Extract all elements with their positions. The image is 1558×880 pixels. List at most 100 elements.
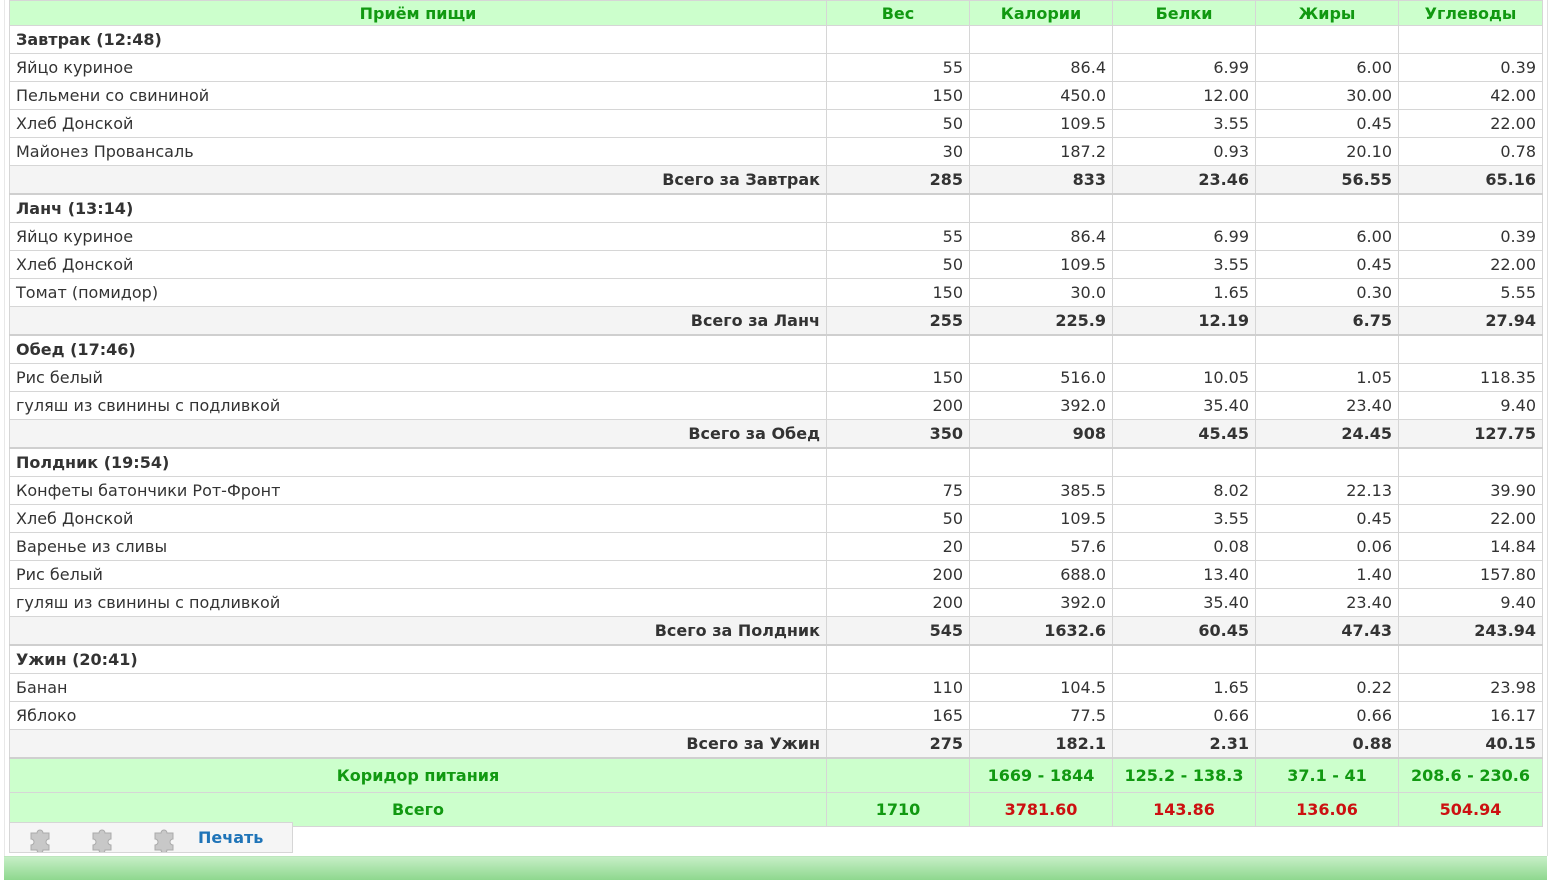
food-carbs: 23.98 bbox=[1398, 673, 1543, 702]
food-calories: 109.5 bbox=[969, 109, 1113, 138]
empty-cell bbox=[1112, 447, 1256, 477]
food-protein: 12.00 bbox=[1112, 81, 1256, 110]
col-header-calories[interactable]: Калории bbox=[969, 0, 1113, 26]
food-carbs: 157.80 bbox=[1398, 560, 1543, 589]
food-calories: 688.0 bbox=[969, 560, 1113, 589]
food-name[interactable]: Пельмени со свининой bbox=[9, 81, 827, 110]
food-carbs: 0.39 bbox=[1398, 53, 1543, 82]
meal-total-weight: 285 bbox=[826, 165, 970, 195]
meal-total-protein: 45.45 bbox=[1112, 419, 1256, 449]
food-item-row[interactable]: Яйцо куриное 55 86.4 6.99 6.00 0.39 bbox=[9, 222, 1543, 251]
food-calories: 77.5 bbox=[969, 701, 1113, 730]
empty-cell bbox=[826, 193, 970, 223]
food-item-row[interactable]: Рис белый 150 516.0 10.05 1.05 118.35 bbox=[9, 363, 1543, 392]
food-name[interactable]: Рис белый bbox=[9, 363, 827, 392]
puzzle-icon[interactable] bbox=[134, 823, 196, 852]
meal-total-protein: 23.46 bbox=[1112, 165, 1256, 195]
meal-total-protein: 12.19 bbox=[1112, 306, 1256, 336]
food-protein: 6.99 bbox=[1112, 222, 1256, 251]
food-name[interactable]: Хлеб Донской bbox=[9, 504, 827, 533]
empty-cell bbox=[1398, 25, 1543, 54]
empty-cell bbox=[969, 644, 1113, 674]
food-fat: 0.45 bbox=[1255, 250, 1399, 279]
food-item-row[interactable]: гуляш из свинины с подливкой 200 392.0 35.4… bbox=[9, 588, 1543, 617]
grand-total-protein: 143.86 bbox=[1112, 792, 1256, 827]
food-name[interactable]: Майонез Провансаль bbox=[9, 137, 827, 166]
food-carbs: 0.39 bbox=[1398, 222, 1543, 251]
food-carbs: 5.55 bbox=[1398, 278, 1543, 307]
col-header-weight[interactable]: Вес bbox=[826, 0, 970, 26]
food-name[interactable]: Рис белый bbox=[9, 560, 827, 589]
food-name[interactable]: Томат (помидор) bbox=[9, 278, 827, 307]
food-fat: 0.45 bbox=[1255, 504, 1399, 533]
food-calories: 86.4 bbox=[969, 53, 1113, 82]
food-name[interactable]: Яйцо куриное bbox=[9, 222, 827, 251]
meal-total-row: Всего за Обед 350 908 45.45 24.45 127.75 bbox=[9, 419, 1543, 449]
food-calories: 187.2 bbox=[969, 137, 1113, 166]
meal-header-row: Ужин (20:41) bbox=[9, 644, 1543, 674]
meal-total-row: Всего за Ланч 255 225.9 12.19 6.75 27.94 bbox=[9, 306, 1543, 336]
food-name[interactable]: Конфеты батончики Рот-Фронт bbox=[9, 476, 827, 505]
food-item-row[interactable]: Хлеб Донской 50 109.5 3.55 0.45 22.00 bbox=[9, 250, 1543, 279]
food-carbs: 118.35 bbox=[1398, 363, 1543, 392]
food-item-row[interactable]: Яблоко 165 77.5 0.66 0.66 16.17 bbox=[9, 701, 1543, 730]
meal-total-weight: 545 bbox=[826, 616, 970, 646]
empty-cell bbox=[826, 447, 970, 477]
puzzle-icon[interactable] bbox=[72, 823, 134, 852]
food-item-row[interactable]: Рис белый 200 688.0 13.40 1.40 157.80 bbox=[9, 560, 1543, 589]
empty-cell bbox=[1112, 25, 1256, 54]
food-fat: 0.45 bbox=[1255, 109, 1399, 138]
col-header-meal[interactable]: Приём пищи bbox=[9, 0, 827, 26]
food-name[interactable]: Варенье из сливы bbox=[9, 532, 827, 561]
food-name[interactable]: гуляш из свинины с подливкой bbox=[9, 391, 827, 420]
corridor-protein: 125.2 - 138.3 bbox=[1112, 757, 1256, 793]
meal-total-label: Всего за Ужин bbox=[9, 729, 827, 759]
food-carbs: 39.90 bbox=[1398, 476, 1543, 505]
empty-cell bbox=[1398, 334, 1543, 364]
food-name[interactable]: Банан bbox=[9, 673, 827, 702]
empty-cell bbox=[1398, 447, 1543, 477]
food-name[interactable]: Хлеб Донской bbox=[9, 250, 827, 279]
food-protein: 1.65 bbox=[1112, 673, 1256, 702]
food-item-row[interactable]: гуляш из свинины с подливкой 200 392.0 35.4… bbox=[9, 391, 1543, 420]
food-protein: 0.66 bbox=[1112, 701, 1256, 730]
food-protein: 8.02 bbox=[1112, 476, 1256, 505]
meal-header-row: Завтрак (12:48) bbox=[9, 25, 1543, 54]
food-item-row[interactable]: Хлеб Донской 50 109.5 3.55 0.45 22.00 bbox=[9, 109, 1543, 138]
food-fat: 30.00 bbox=[1255, 81, 1399, 110]
meal-title: Полдник (19:54) bbox=[9, 447, 827, 477]
food-name[interactable]: Хлеб Донской bbox=[9, 109, 827, 138]
print-button[interactable]: Печать bbox=[198, 828, 263, 847]
food-item-row[interactable]: Конфеты батончики Рот-Фронт 75 385.5 8.02 22… bbox=[9, 476, 1543, 505]
empty-cell bbox=[1398, 193, 1543, 223]
col-header-fat[interactable]: Жиры bbox=[1255, 0, 1399, 26]
food-item-row[interactable]: Варенье из сливы 20 57.6 0.08 0.06 14.84 bbox=[9, 532, 1543, 561]
corridor-calories: 1669 - 1844 bbox=[969, 757, 1113, 793]
food-item-row[interactable]: Яйцо куриное 55 86.4 6.99 6.00 0.39 bbox=[9, 53, 1543, 82]
meal-total-protein: 2.31 bbox=[1112, 729, 1256, 759]
food-name[interactable]: гуляш из свинины с подливкой bbox=[9, 588, 827, 617]
col-header-carbs[interactable]: Углеводы bbox=[1398, 0, 1543, 26]
col-header-protein[interactable]: Белки bbox=[1112, 0, 1256, 26]
food-name[interactable]: Яблоко bbox=[9, 701, 827, 730]
meal-total-row: Всего за Завтрак 285 833 23.46 56.55 65.16 bbox=[9, 165, 1543, 195]
food-item-row[interactable]: Пельмени со свининой 150 450.0 12.00 30.00 42… bbox=[9, 81, 1543, 110]
food-weight: 50 bbox=[826, 250, 970, 279]
food-item-row[interactable]: Банан 110 104.5 1.65 0.22 23.98 bbox=[9, 673, 1543, 702]
food-protein: 35.40 bbox=[1112, 391, 1256, 420]
food-item-row[interactable]: Хлеб Донской 50 109.5 3.55 0.45 22.00 bbox=[9, 504, 1543, 533]
food-calories: 104.5 bbox=[969, 673, 1113, 702]
meal-total-weight: 255 bbox=[826, 306, 970, 336]
food-weight: 150 bbox=[826, 81, 970, 110]
empty-cell bbox=[1255, 25, 1399, 54]
food-fat: 6.00 bbox=[1255, 222, 1399, 251]
meal-total-carbs: 40.15 bbox=[1398, 729, 1543, 759]
food-item-row[interactable]: Майонез Провансаль 30 187.2 0.93 20.10 0.78 bbox=[9, 137, 1543, 166]
meal-total-fat: 24.45 bbox=[1255, 419, 1399, 449]
table-header-row: Приём пищи Вес Калории Белки Жиры Углево… bbox=[9, 0, 1543, 26]
meal-total-calories: 225.9 bbox=[969, 306, 1113, 336]
meal-total-carbs: 65.16 bbox=[1398, 165, 1543, 195]
food-item-row[interactable]: Томат (помидор) 150 30.0 1.65 0.30 5.55 bbox=[9, 278, 1543, 307]
puzzle-icon[interactable] bbox=[10, 823, 72, 852]
food-name[interactable]: Яйцо куриное bbox=[9, 53, 827, 82]
